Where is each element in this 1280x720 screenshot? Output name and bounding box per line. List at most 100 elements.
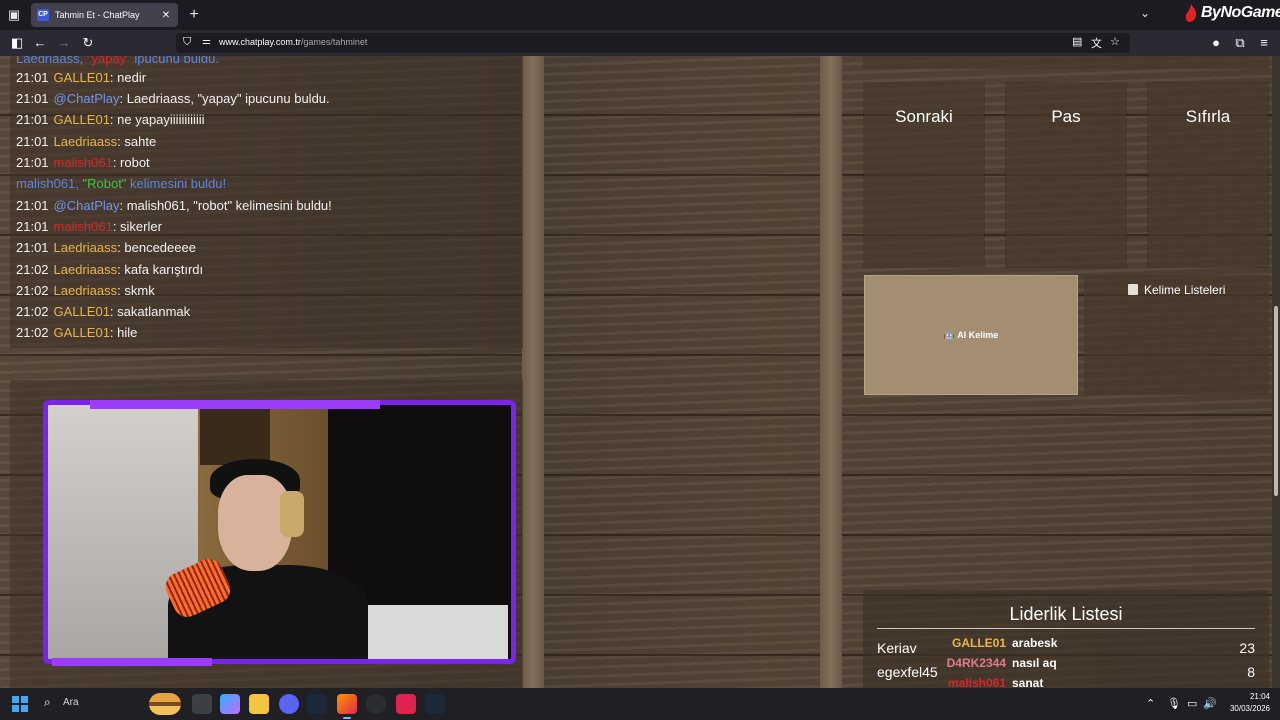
url-bar[interactable]: ⛉ ⚌ www.chatplay.com.tr/games/tahminet ▤… xyxy=(176,33,1130,53)
message-user: malish061 xyxy=(53,219,113,235)
steam-icon[interactable] xyxy=(425,694,445,714)
chat-message: 21:01 @ChatPlay: malish061, "robot" kelim… xyxy=(16,198,332,213)
word-lists-button[interactable]: Kelime Listeleri xyxy=(1084,275,1269,395)
message-user: GALLE01 xyxy=(53,304,110,319)
get-word-label: AI Kelime xyxy=(957,330,999,340)
discord-icon[interactable] xyxy=(279,694,299,714)
copilot-icon[interactable] xyxy=(220,694,240,714)
tab-bar: ▣ CP Tahmin Et - ChatPlay ✕ + ⌄ ByNoGame xyxy=(0,0,1280,30)
wood-divider xyxy=(522,56,544,688)
message-time: 21:01 xyxy=(16,112,49,128)
app-icon[interactable] xyxy=(396,694,416,714)
taskbar: ⌕ Ara ⌃ 🎙 ▭ 🔊 21:04 30/03/2026 xyxy=(0,688,1280,720)
widgets-icon[interactable] xyxy=(149,693,181,715)
message-user: malish061 xyxy=(53,154,113,170)
webcam-frame-accent xyxy=(52,658,212,666)
message-time: 21:01 xyxy=(16,198,49,213)
chevron-down-icon[interactable]: ⌄ xyxy=(1140,6,1150,20)
taskbar-search-label[interactable]: Ara xyxy=(63,697,79,708)
next-button-label: Sonraki xyxy=(895,107,953,126)
close-tab-icon[interactable]: ✕ xyxy=(160,10,172,21)
translate-icon[interactable]: 文 xyxy=(1091,35,1102,51)
chevron-up-icon[interactable]: ⌃ xyxy=(1146,697,1155,710)
url-domain: www.chatplay.com.tr xyxy=(219,37,301,47)
shield-icon[interactable]: ⛉ xyxy=(183,36,191,49)
bookmark-star-icon[interactable]: ☆ xyxy=(1110,35,1120,48)
guess-user: GALLE01 xyxy=(951,636,1006,650)
tab-title: Tahmin Et - ChatPlay xyxy=(55,10,140,20)
leaderboard-title: Liderlik Listesi xyxy=(1009,604,1123,624)
chat-message: 21:02 GALLE01: sakatlanmak xyxy=(16,304,190,319)
chat-message: 21:01 @ChatPlay: Laedriaass, "yapay" ipuc… xyxy=(16,91,330,106)
leader-score: 23 xyxy=(1239,640,1255,656)
extensions-icon[interactable]: ⧉ xyxy=(1231,34,1249,52)
steam-icon[interactable] xyxy=(307,694,327,714)
guess-word: arabesk xyxy=(1012,636,1058,650)
notepad-icon xyxy=(1128,284,1138,295)
permissions-icon[interactable]: ⚌ xyxy=(202,36,211,47)
guess-item: GALLE01 arabesk xyxy=(944,636,1057,656)
favicon-icon: CP xyxy=(37,9,49,21)
chat-message: 21:01 Laedriaass: sahte xyxy=(16,134,156,149)
file-explorer-icon[interactable] xyxy=(249,694,269,714)
get-word-button[interactable]: 🤖 AI Kelime xyxy=(864,275,1078,395)
menu-icon[interactable]: ≡ xyxy=(1255,34,1273,52)
message-time: 21:01 xyxy=(16,91,49,107)
clock-date: 30/03/2026 xyxy=(1229,704,1270,713)
leader-score: 8 xyxy=(1247,664,1255,680)
guess-item: D4RK2344 nasıl aq xyxy=(944,656,1057,676)
webcam-frame-accent xyxy=(90,400,380,409)
message-time: 21:01 xyxy=(16,154,49,170)
page-scrollbar[interactable] xyxy=(1272,56,1280,688)
bynogame-logo: ByNoGame xyxy=(1184,2,1280,24)
chat-message: 21:02 Laedriaass: kafa karıştırdı xyxy=(16,262,203,277)
url-text[interactable]: www.chatplay.com.tr/games/tahminet xyxy=(219,37,367,47)
chat-system-message: Laedriaass, "yapay" ipucunu buldu. xyxy=(16,56,219,66)
message-user: GALLE01 xyxy=(53,112,110,128)
reader-view-icon[interactable]: ▤ xyxy=(1072,35,1082,48)
taskbar-clock[interactable]: 21:04 30/03/2026 xyxy=(1226,691,1270,715)
account-icon[interactable]: ● xyxy=(1207,34,1225,52)
volume-icon[interactable]: 🔊 xyxy=(1203,697,1217,710)
task-view-icon[interactable] xyxy=(192,694,212,714)
message-text: : hile xyxy=(109,325,138,341)
message-text: : malish061, "robot" kelimesini buldu! xyxy=(119,198,332,213)
obs-icon[interactable] xyxy=(366,694,386,714)
tab-list-icon[interactable]: ▣ xyxy=(6,7,22,23)
chat-message: 21:01 malish061: sikerler xyxy=(16,219,162,234)
chat-message: 21:01 GALLE01: ne yapayiiiiiiiiiiii xyxy=(16,112,205,127)
message-text: : skmk xyxy=(117,282,155,298)
microphone-icon[interactable]: 🎙 xyxy=(1167,697,1181,710)
forward-icon[interactable]: → xyxy=(55,34,73,52)
network-icon[interactable]: ▭ xyxy=(1187,697,1197,710)
message-time: 21:02 xyxy=(16,282,49,298)
chat-message: 21:02 GALLE01: hile xyxy=(16,325,137,340)
message-text: : nedir xyxy=(109,70,147,85)
windows-start-icon[interactable] xyxy=(12,696,28,712)
reload-icon[interactable]: ↻ xyxy=(79,34,97,52)
message-user: @ChatPlay xyxy=(53,198,120,213)
active-tab[interactable]: CP Tahmin Et - ChatPlay ✕ xyxy=(31,3,178,27)
firefox-icon[interactable] xyxy=(337,694,357,719)
sidebar-icon[interactable]: ◧ xyxy=(8,34,26,52)
reset-button[interactable]: Sıfırla xyxy=(1148,83,1268,267)
leaderboard: Liderlik Listesi Keriav 23 egexfel45 8 xyxy=(863,590,1269,688)
message-user: Laedriaass xyxy=(53,261,118,277)
next-button[interactable]: Sonraki xyxy=(864,83,984,267)
wood-divider xyxy=(820,56,842,688)
new-tab-icon[interactable]: + xyxy=(186,5,202,25)
guess-user: D4RK2344 xyxy=(946,656,1006,670)
pass-button[interactable]: Pas xyxy=(1006,83,1126,267)
leader-name: egexfel45 xyxy=(877,664,938,680)
message-text: : sakatlanmak xyxy=(109,304,191,319)
message-user: Laedriaass xyxy=(53,240,118,256)
search-icon[interactable]: ⌕ xyxy=(44,695,51,710)
scrollbar-thumb[interactable] xyxy=(1274,306,1278,496)
back-icon[interactable]: ← xyxy=(31,34,49,52)
panel-top-strip xyxy=(863,56,1269,69)
message-text: : sahte xyxy=(117,133,157,149)
leaderboard-row: Keriav 23 xyxy=(877,638,1255,658)
guess-word: sanat xyxy=(1012,676,1044,688)
chat-message: 21:01 Laedriaass: bencedeeee xyxy=(16,240,196,255)
leader-name: Keriav xyxy=(877,640,917,656)
